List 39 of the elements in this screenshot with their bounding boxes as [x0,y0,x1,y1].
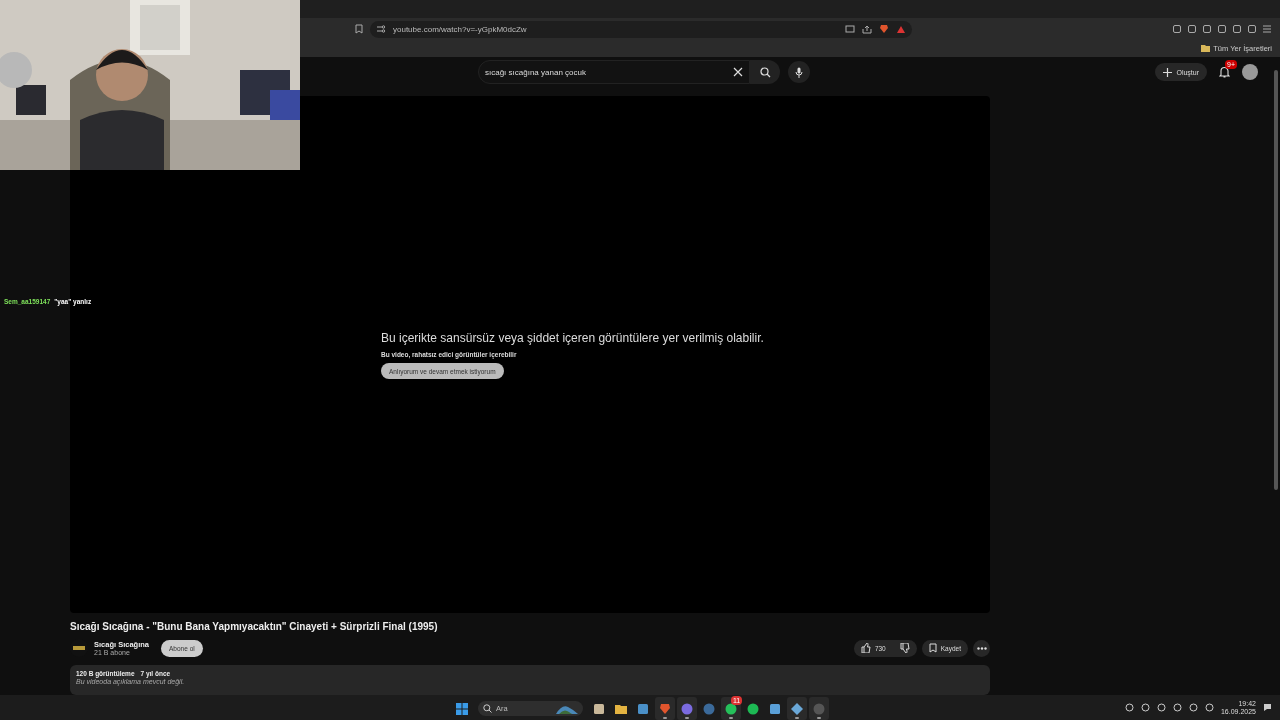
video-title: Sıcağı Sıcağına - "Bunu Bana Yapmıyacaktın" Cinayeti + Sürprizli Final (1995) [70,621,439,632]
taskbar-app[interactable] [655,696,675,720]
avatar[interactable] [1242,64,1258,80]
notification-icon[interactable] [1263,703,1272,712]
landscape-icon [556,703,578,714]
bookmark-icon[interactable] [354,24,364,34]
address-bar[interactable]: youtube.com/watch?v=-yGpkM0dcZw [370,20,912,38]
windows-icon[interactable] [456,702,468,715]
more-icon [976,646,987,650]
running-indicator [685,716,689,719]
thumbs-down-icon [899,643,910,653]
bookmark-icon [928,643,937,653]
menu-icon[interactable] [1262,24,1272,34]
more-button[interactable] [973,639,990,657]
scrollbar[interactable] [1274,70,1278,490]
share-icon[interactable] [862,24,872,34]
search-field[interactable]: sıcağı sıcağına yanan çocuk [478,60,750,84]
clear-icon[interactable] [733,67,743,77]
running-indicator [663,716,667,719]
plus-icon [1163,67,1173,77]
bell-icon[interactable] [1219,66,1230,78]
cast-icon[interactable] [845,25,855,33]
thumbs-up-icon [860,643,871,653]
folder-icon [615,702,627,715]
search-icon [483,704,492,713]
taskbar-app[interactable] [677,696,697,720]
microphone-button[interactable] [788,61,810,83]
video-player[interactable] [70,96,990,613]
running-indicator [795,716,799,719]
site-info-icon[interactable] [376,25,386,33]
triangle-icon[interactable] [896,24,906,34]
warning-title: Bu içerikte sansürsüz veya şiddet içeren görüntülere yer verilmiş olabilir. [381,331,764,345]
url-text: youtube.com/watch?v=-yGpkM0dcZw [393,24,527,34]
search-button[interactable] [750,60,780,84]
folder-icon [1201,45,1211,52]
taskbar-app[interactable] [787,696,807,720]
running-indicator [729,716,733,719]
running-indicator [817,716,821,719]
search-icon [759,66,771,78]
